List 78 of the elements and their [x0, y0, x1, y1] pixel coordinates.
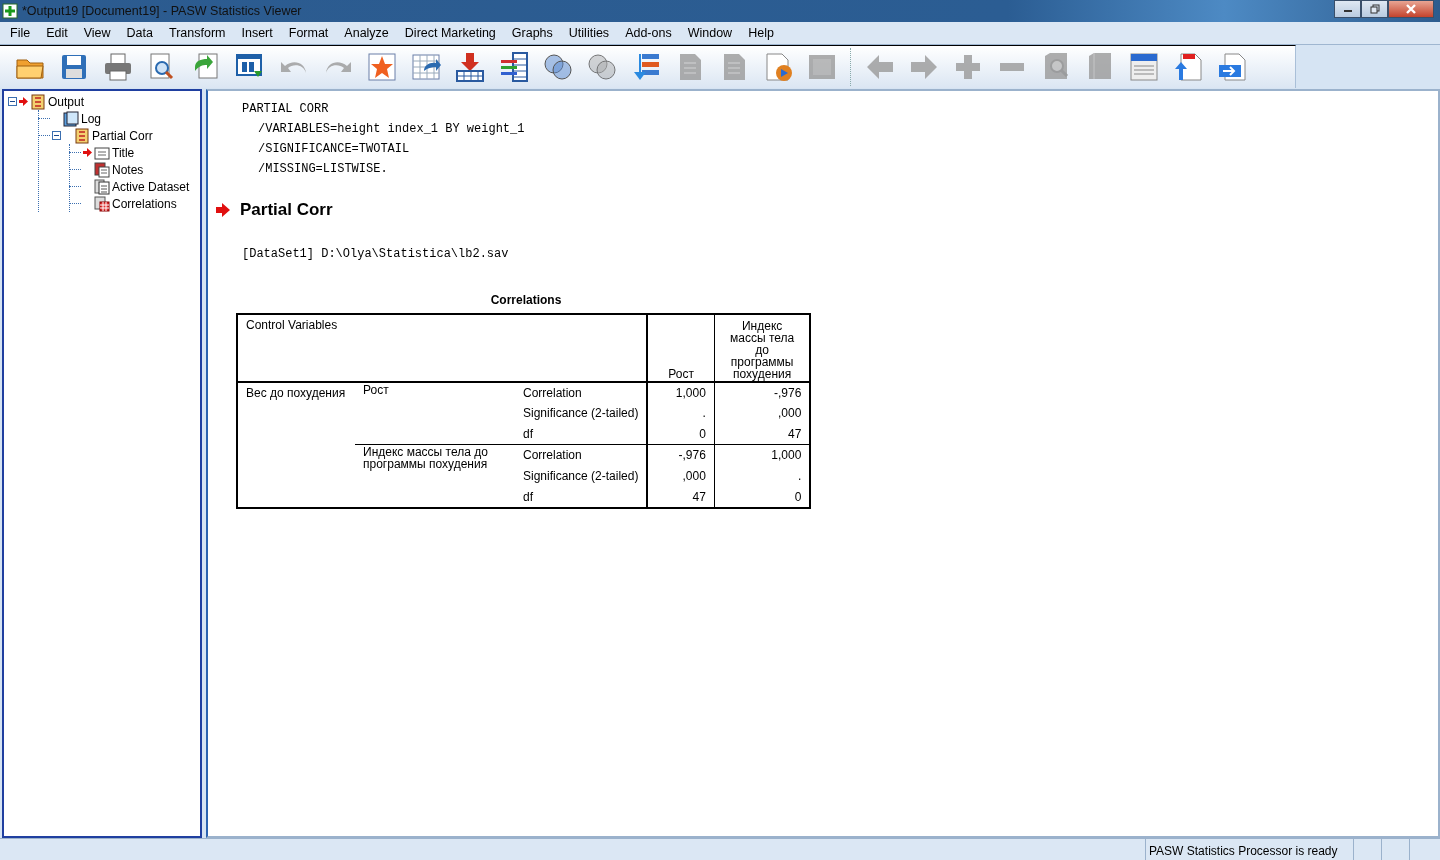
close-button[interactable] — [1388, 0, 1434, 18]
outline-item[interactable]: Partial Corr — [92, 126, 153, 145]
dataset-path: [DataSet1] D:\Olya\Statistica\lb2.sav — [242, 245, 510, 263]
book-icon — [63, 110, 79, 127]
column-header: Рост — [647, 313, 715, 382]
menu-item[interactable]: Insert — [233, 23, 281, 43]
menu-item[interactable]: Edit — [38, 23, 76, 43]
syntax-line: PARTIAL CORR — [242, 101, 330, 118]
menu-item[interactable]: View — [75, 23, 119, 43]
table-cell: Correlation — [515, 381, 648, 403]
star-grid-icon[interactable] — [366, 51, 398, 83]
document-icon — [94, 178, 110, 195]
syntax-line: /MISSING=LISTWISE. — [257, 161, 389, 178]
status-message: PASW Statistics Processor is ready — [1145, 839, 1353, 860]
restore-button[interactable] — [1361, 0, 1388, 18]
table-cell: 1,000 — [714, 444, 811, 466]
table-header: Control Variables — [237, 313, 648, 382]
table-cell: Correlation — [515, 444, 648, 466]
column-header: Индекс массы тела до программы похудения — [714, 313, 811, 382]
table-icon — [94, 195, 110, 212]
document-icon — [94, 161, 110, 178]
table-cell: -,976 — [647, 444, 715, 466]
table-cell: Вес до похудения — [237, 381, 355, 508]
collapse-toggle[interactable] — [52, 131, 61, 140]
overlapping-circles-icon[interactable] — [542, 51, 574, 83]
syntax-line: /SIGNIFICANCE=TWOTAIL — [257, 141, 411, 158]
outline-item[interactable]: Notes — [112, 160, 144, 179]
table-cell: 0 — [714, 486, 811, 508]
document-up-arrow-icon[interactable] — [1172, 51, 1204, 83]
list-window-icon[interactable] — [1128, 51, 1160, 83]
table-cell: -,976 — [714, 381, 811, 403]
table-cell: ,000 — [714, 402, 811, 424]
outline-item[interactable]: Active Dataset — [112, 177, 190, 196]
table-cell: . — [647, 402, 715, 424]
table-cell: . — [714, 465, 811, 487]
document-icon — [94, 144, 110, 161]
outline-item[interactable]: Output — [48, 92, 85, 111]
menu-item[interactable]: File — [2, 23, 39, 43]
document-right-arrow-icon[interactable] — [1216, 51, 1248, 83]
app-icon — [2, 3, 18, 19]
grid-arrow-icon[interactable] — [410, 51, 442, 83]
section-heading: Partial Corr — [240, 199, 333, 221]
printer-icon[interactable] — [102, 51, 134, 83]
table-cell: Significance (2-tailed) — [515, 465, 648, 487]
table-cell: Индекс массы тела до программы похудения — [355, 444, 515, 508]
table-cell: Рост — [355, 381, 515, 445]
table-cell: Significance (2-tailed) — [515, 402, 648, 424]
outline-item[interactable]: Log — [81, 109, 102, 128]
menu-item[interactable]: Utilities — [560, 23, 618, 43]
menu-item[interactable]: Help — [740, 23, 782, 43]
menu-item[interactable]: Transform — [161, 23, 234, 43]
table-cell: 0 — [647, 423, 715, 445]
table-cell: 47 — [714, 423, 811, 445]
table-cell: 1,000 — [647, 381, 715, 403]
book-icon — [30, 93, 46, 110]
outline-item[interactable]: Correlations — [112, 194, 177, 213]
menu-item[interactable]: Format — [280, 23, 337, 43]
menu-item[interactable]: Graphs — [503, 23, 561, 43]
grid-down-arrow-icon[interactable] — [454, 51, 486, 83]
table-cell: ,000 — [647, 465, 715, 487]
menu-item[interactable]: Data — [118, 23, 161, 43]
menu-item[interactable]: Add-ons — [617, 23, 680, 43]
table-cell: df — [515, 486, 648, 508]
table-cell: 47 — [647, 486, 715, 508]
book-icon — [74, 127, 90, 144]
colored-grid-icon[interactable] — [498, 51, 530, 83]
minimize-button[interactable] — [1334, 0, 1361, 18]
collapse-toggle[interactable] — [8, 97, 17, 106]
menu-item[interactable]: Window — [679, 23, 741, 43]
restore-icon[interactable] — [1369, 4, 1380, 14]
outline-item[interactable]: Title — [112, 143, 135, 162]
menu-item[interactable]: Direct Marketing — [396, 23, 504, 43]
table-cell: df — [515, 423, 648, 445]
table-title: Correlations — [489, 291, 563, 309]
menu-item[interactable]: Analyze — [336, 23, 397, 43]
window-title: *Output19 [Document19] - PASW Statistics Viewer — [22, 2, 302, 20]
syntax-line: /VARIABLES=height index_1 BY weight_1 — [257, 121, 526, 138]
close-icon[interactable] — [1405, 4, 1417, 14]
